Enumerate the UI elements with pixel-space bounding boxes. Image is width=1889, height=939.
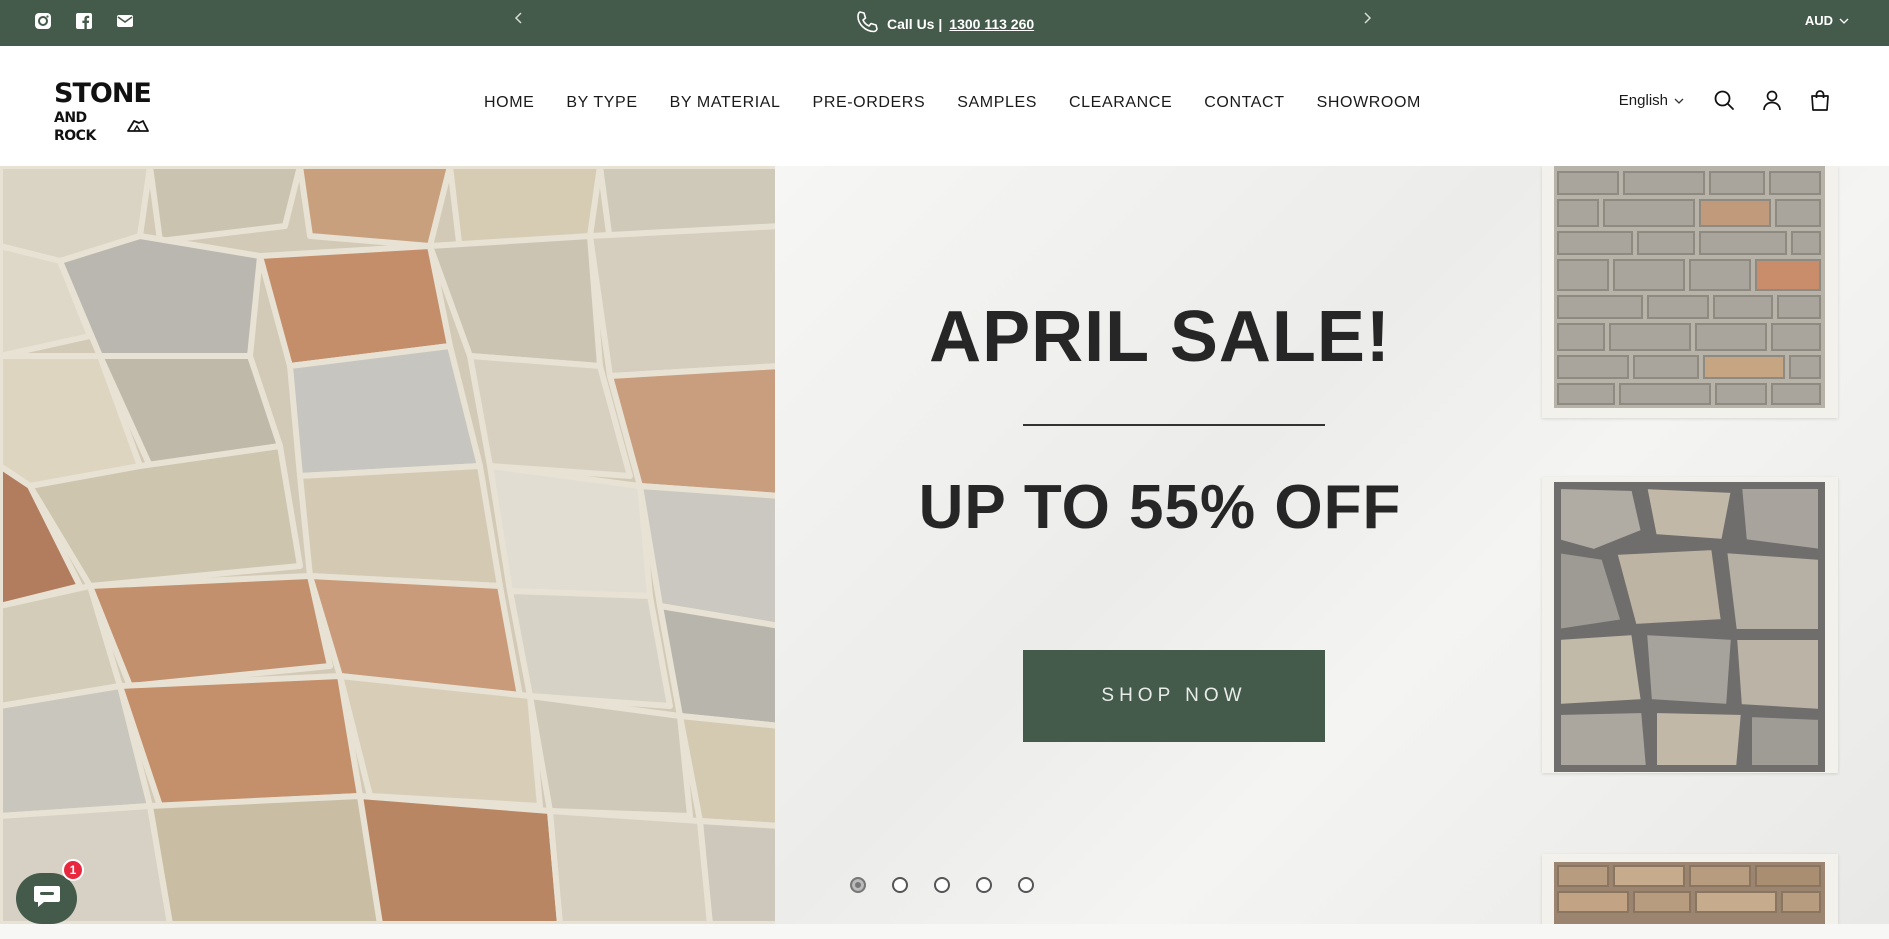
site-logo[interactable]: STONE AND ROCK bbox=[54, 78, 152, 145]
header-actions: English bbox=[1619, 88, 1832, 112]
hero-headline: APRIL SALE! bbox=[929, 297, 1391, 377]
rock-icon bbox=[126, 118, 150, 137]
social-links bbox=[33, 11, 135, 31]
hero-divider bbox=[1023, 424, 1325, 426]
site-header: STONE AND ROCK HOME BY TYPE BY MATERIAL … bbox=[0, 46, 1889, 166]
instagram-icon[interactable] bbox=[33, 11, 53, 31]
call-us-label: Call Us | bbox=[887, 15, 943, 32]
phone-icon bbox=[854, 9, 880, 38]
slide-indicators bbox=[850, 877, 1034, 893]
slide-dot-1[interactable] bbox=[850, 877, 866, 893]
chevron-left-icon bbox=[514, 11, 524, 29]
nav-pre-orders[interactable]: PRE-ORDERS bbox=[813, 94, 926, 112]
main-nav: HOME BY TYPE BY MATERIAL PRE-ORDERS SAMP… bbox=[484, 94, 1421, 112]
shop-now-button[interactable]: SHOP NOW bbox=[1023, 650, 1325, 742]
slide-dot-4[interactable] bbox=[976, 877, 992, 893]
slide-dot-3[interactable] bbox=[934, 877, 950, 893]
hero-subline: UP TO 55% OFF bbox=[918, 473, 1402, 542]
nav-contact[interactable]: CONTACT bbox=[1204, 94, 1284, 112]
hero-banner: APRIL SALE! UP TO 55% OFF SHOP NOW bbox=[0, 166, 1889, 924]
stone-sample-tile-3 bbox=[1542, 854, 1838, 924]
phone-link[interactable]: 1300 113 260 bbox=[949, 16, 1034, 32]
nav-samples[interactable]: SAMPLES bbox=[957, 94, 1037, 112]
announcement-prev-button[interactable] bbox=[509, 10, 529, 30]
logo-line-1: STONE bbox=[54, 78, 152, 109]
stone-wall-image bbox=[0, 166, 783, 924]
email-icon[interactable] bbox=[115, 11, 135, 31]
cart-icon[interactable] bbox=[1808, 88, 1832, 112]
logo-line-2: AND ROCK bbox=[54, 109, 150, 145]
nav-by-type[interactable]: BY TYPE bbox=[566, 94, 637, 112]
nav-clearance[interactable]: CLEARANCE bbox=[1069, 94, 1172, 112]
account-icon[interactable] bbox=[1760, 88, 1784, 112]
announcement-bar: Call Us | 1300 113 260 AUD bbox=[0, 0, 1889, 46]
facebook-icon[interactable] bbox=[74, 11, 94, 31]
chevron-down-icon bbox=[1839, 13, 1849, 28]
search-icon[interactable] bbox=[1712, 88, 1736, 112]
language-selector[interactable]: English bbox=[1619, 92, 1684, 109]
announcement-next-button[interactable] bbox=[1357, 10, 1377, 30]
stone-sample-tile-2 bbox=[1542, 477, 1838, 773]
currency-label: AUD bbox=[1804, 13, 1833, 28]
chat-unread-badge: 1 bbox=[62, 859, 84, 881]
slide-dot-2[interactable] bbox=[892, 877, 908, 893]
page-bottom-strip bbox=[0, 924, 1889, 939]
chevron-down-icon bbox=[1674, 92, 1684, 109]
logo-line-2-text: AND ROCK bbox=[54, 110, 96, 144]
language-label: English bbox=[1618, 91, 1668, 109]
call-us: Call Us | 1300 113 260 bbox=[854, 9, 1034, 38]
nav-showroom[interactable]: SHOWROOM bbox=[1317, 94, 1421, 112]
chat-bubble-icon bbox=[32, 883, 62, 914]
chat-button[interactable]: 1 bbox=[16, 859, 84, 924]
slide-dot-5[interactable] bbox=[1018, 877, 1034, 893]
nav-home[interactable]: HOME bbox=[484, 94, 534, 112]
currency-selector[interactable]: AUD bbox=[1805, 13, 1849, 28]
nav-by-material[interactable]: BY MATERIAL bbox=[670, 94, 781, 112]
stone-sample-tile-1 bbox=[1542, 166, 1838, 418]
chevron-right-icon bbox=[1362, 11, 1372, 29]
